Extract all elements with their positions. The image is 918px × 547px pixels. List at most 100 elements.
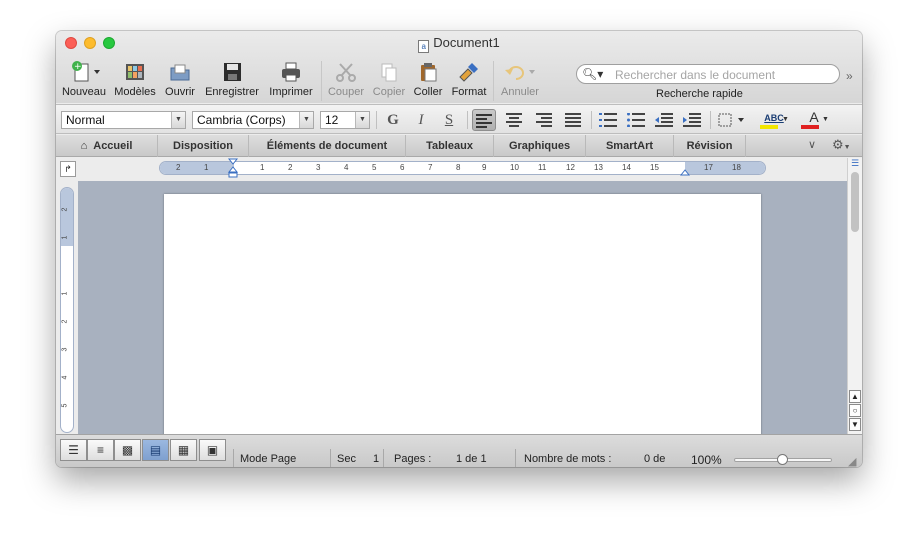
tab-tableaux[interactable]: Tableaux — [406, 135, 494, 157]
templates-label: Modèles — [114, 86, 156, 98]
pages-value: 1 de 1 — [456, 453, 487, 465]
next-page-button[interactable]: ▼ — [849, 418, 861, 431]
search-icon[interactable]: 🔍︎▾ — [582, 67, 603, 81]
notebook-view-button[interactable]: ▦ — [170, 439, 197, 461]
ribbon-collapse-icon[interactable]: ∨ — [808, 138, 816, 151]
chevron-down-icon[interactable]: ▼ — [299, 112, 313, 128]
search-field[interactable]: 🔍︎▾ Rechercher dans le document — [576, 64, 840, 84]
tab-stop-selector[interactable]: ↱ — [60, 161, 76, 177]
style-select[interactable]: Normal ▼ — [61, 111, 186, 129]
previous-page-button[interactable]: ▲ — [849, 390, 861, 403]
bold-button[interactable]: G — [381, 109, 405, 131]
focus-view-button[interactable]: ▣ — [199, 439, 226, 461]
increase-indent-icon — [683, 113, 701, 127]
tab-label: Accueil — [93, 140, 133, 152]
ruler-tick: 10 — [510, 163, 519, 172]
templates-button[interactable]: Modèles — [112, 61, 158, 98]
highlight-button[interactable]: ABC ▼ — [756, 109, 792, 131]
open-button[interactable]: Ouvrir — [162, 61, 198, 98]
ruler-tick: 11 — [538, 163, 547, 172]
ruler-tick: 4 — [61, 375, 69, 380]
align-right-button[interactable] — [532, 109, 556, 131]
titlebar-toolbar: a Document1 + Nouveau Modèles Ouvrir Enr… — [56, 31, 862, 103]
gear-icon[interactable]: ⚙︎▼ — [832, 137, 851, 153]
align-left-button[interactable] — [472, 109, 496, 131]
resize-grip-icon[interactable]: ◢ — [848, 455, 856, 467]
scroll-thumb[interactable] — [851, 172, 859, 232]
font-size-select[interactable]: 12 ▼ — [320, 111, 370, 129]
horizontal-ruler[interactable]: 2 1 1 2 3 4 5 6 7 8 9 10 11 12 13 14 15 … — [159, 161, 766, 175]
right-indent-marker-icon[interactable] — [679, 165, 691, 177]
word-window: a Document1 + Nouveau Modèles Ouvrir Enr… — [56, 31, 862, 467]
undo-icon — [505, 66, 535, 80]
copy-button[interactable]: Copier — [369, 61, 409, 98]
focus-view-icon: ▣ — [206, 443, 219, 457]
tab-label: SmartArt — [605, 140, 654, 152]
paste-button[interactable]: Coller — [410, 61, 446, 98]
document-canvas[interactable] — [78, 181, 847, 444]
save-button[interactable]: Enregistrer — [202, 61, 262, 98]
chevron-down-icon[interactable]: ▼ — [782, 109, 789, 131]
tab-smartart[interactable]: SmartArt — [586, 135, 674, 157]
bullet-list-button[interactable] — [624, 109, 648, 131]
numbered-list-icon — [599, 113, 617, 127]
borders-icon — [718, 113, 744, 127]
font-select[interactable]: Cambria (Corps) ▼ — [192, 111, 314, 129]
indent-marker-icon[interactable] — [227, 158, 239, 180]
vertical-scrollbar[interactable]: ☰ ▲ ○ ▼ — [847, 158, 862, 434]
print-layout-view-button[interactable]: ▤ — [142, 439, 169, 461]
new-doc-icon: + — [72, 61, 100, 82]
borders-button[interactable] — [716, 109, 748, 131]
ruler-tick: 12 — [566, 163, 575, 172]
tab-revision[interactable]: Révision — [674, 135, 746, 157]
font-color-swatch — [801, 125, 819, 129]
chevron-down-icon[interactable]: ▼ — [171, 112, 185, 128]
ruler-tick: 1 — [61, 235, 69, 240]
ruler-tick: 1 — [61, 291, 69, 296]
paste-label: Coller — [413, 86, 443, 98]
ribbon-tabs: ⌂ Accueil Disposition Éléments de documen… — [56, 135, 862, 157]
formatting-bar: Normal ▼ Cambria (Corps) ▼ 12 ▼ G I S AB… — [56, 104, 862, 134]
split-view-icon[interactable]: ☰ — [848, 158, 862, 168]
numbered-list-button[interactable] — [596, 109, 620, 131]
decrease-indent-button[interactable] — [652, 109, 676, 131]
increase-indent-button[interactable] — [680, 109, 704, 131]
ruler-tick: 3 — [61, 347, 69, 352]
align-center-button[interactable] — [502, 109, 526, 131]
new-label: Nouveau — [61, 86, 107, 98]
publishing-view-icon: ▩ — [121, 443, 134, 457]
browse-object-button[interactable]: ○ — [849, 404, 861, 417]
chevron-down-icon[interactable]: ▼ — [355, 112, 369, 128]
format-label: Format — [451, 86, 487, 98]
tab-graphiques[interactable]: Graphiques — [494, 135, 586, 157]
undo-button[interactable]: Annuler — [498, 61, 542, 98]
toolbar-overflow-icon[interactable]: » — [846, 69, 853, 83]
chevron-down-icon[interactable]: ▼ — [822, 109, 829, 131]
tab-elements-document[interactable]: Éléments de document — [249, 135, 406, 157]
cut-button[interactable]: Couper — [326, 61, 366, 98]
vertical-ruler[interactable]: 2 1 1 2 3 4 5 — [60, 187, 74, 433]
justify-button[interactable] — [561, 109, 585, 131]
pages-label: Pages : — [394, 453, 432, 465]
view-mode-label: Mode Page — [240, 453, 297, 465]
paste-icon — [421, 63, 437, 82]
publishing-view-button[interactable]: ▩ — [114, 439, 141, 461]
font-color-button[interactable]: A ▼ — [798, 109, 830, 131]
print-button[interactable]: Imprimer — [265, 61, 317, 98]
outline-view-button[interactable]: ≡ — [87, 439, 114, 461]
format-painter-icon — [459, 63, 478, 82]
underline-button[interactable]: S — [437, 109, 461, 131]
open-icon — [170, 64, 190, 81]
section-label: Sec — [337, 453, 356, 465]
align-left-icon — [476, 114, 492, 128]
tab-disposition[interactable]: Disposition — [158, 135, 249, 157]
zoom-slider-knob[interactable] — [777, 454, 788, 465]
separator — [233, 449, 234, 467]
draft-view-button[interactable]: ☰ — [60, 439, 87, 461]
separator — [515, 449, 516, 467]
format-painter-button[interactable]: Format — [448, 61, 490, 98]
italic-button[interactable]: I — [409, 109, 433, 131]
document-page[interactable] — [164, 194, 761, 444]
new-button[interactable]: + Nouveau — [60, 61, 108, 98]
tab-accueil[interactable]: ⌂ Accueil — [56, 135, 158, 157]
